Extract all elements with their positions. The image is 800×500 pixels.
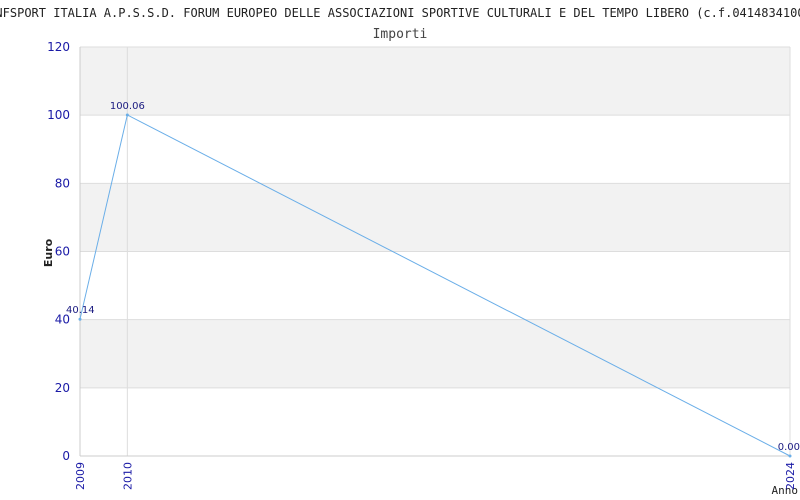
data-label: 100.06 [110,101,145,112]
plot-area: 0204060801001202009 2010 202440.14100.060.… [47,40,800,490]
data-label: 40.14 [66,305,95,316]
y-tick-label: 60 [55,245,70,259]
y-tick-label: 120 [47,40,70,54]
x-tick-label: 2010 [121,462,134,490]
y-tick-label: 20 [55,381,70,395]
y-tick-label: 80 [55,176,70,190]
x-tick-label: 2009 [74,462,87,490]
data-label: 0.00 [778,442,800,453]
y-tick-label: 100 [47,108,70,122]
data-point [125,113,129,117]
data-point [78,317,82,321]
grid-band [80,183,790,252]
chart: CONFSPORT ITALIA A.P.S.S.D. FORUM EUROPE… [0,6,800,497]
chart-subtitle: Importi [373,27,428,42]
series-line [79,114,791,457]
data-point [788,454,792,458]
chart-title: CONFSPORT ITALIA A.P.S.S.D. FORUM EUROPE… [0,6,800,20]
x-tick-label: 2024 [784,462,797,490]
y-axis-label: Euro [42,238,55,267]
grid-band [80,47,790,116]
grid-band [80,319,790,388]
y-tick-label: 0 [62,449,70,463]
